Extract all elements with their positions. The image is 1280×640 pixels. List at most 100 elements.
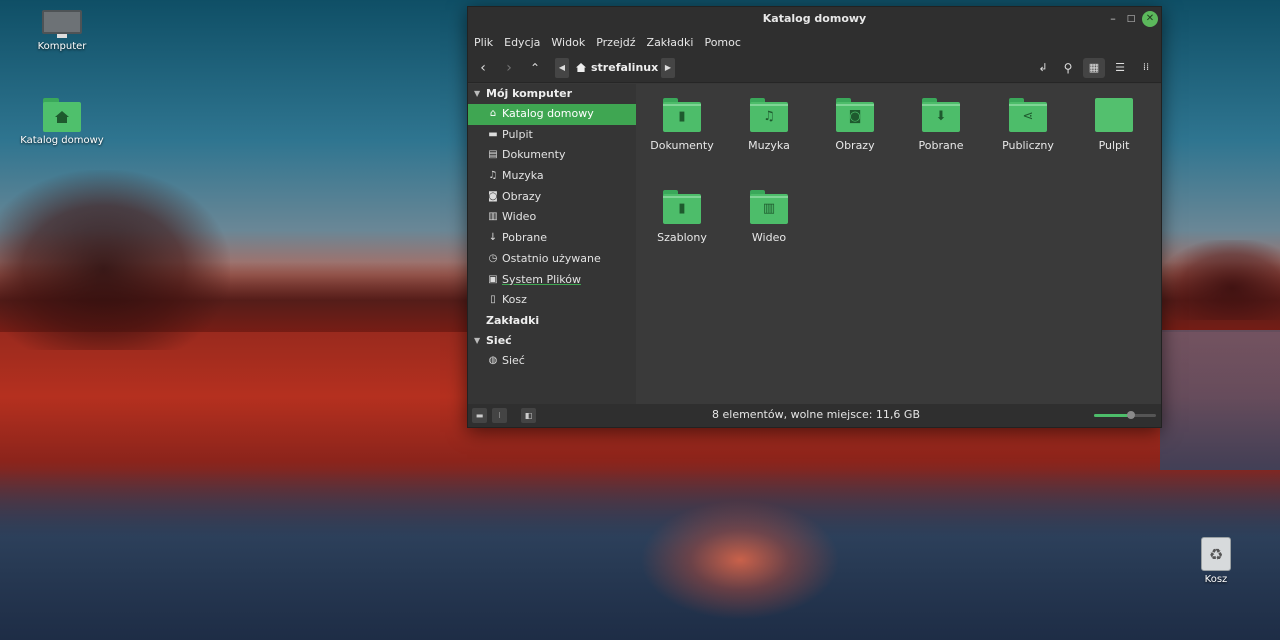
sidebar-item-network[interactable]: ◍ Sieć: [468, 351, 636, 372]
computer-icon: [42, 10, 82, 38]
folder-downloads[interactable]: ⬇ Pobrane: [901, 98, 981, 152]
trash-icon: ▯: [490, 294, 496, 306]
breadcrumb[interactable]: strefalinux: [572, 58, 658, 78]
toolbar: ‹ › ⌃ ◀ strefalinux ▶ ↲ ⚲ ▦ ☰ ⁞⁞: [468, 53, 1161, 83]
globe-icon: ◍: [488, 354, 498, 366]
wallpaper-trees-right: [1160, 240, 1280, 320]
file-name: Pobrane: [918, 139, 964, 152]
file-name: Publiczny: [1002, 139, 1054, 152]
breadcrumb-label: strefalinux: [591, 61, 659, 74]
document-icon: ▤: [488, 149, 498, 161]
drive-icon: ▣: [488, 273, 498, 285]
wallpaper-water-right: [1160, 330, 1280, 470]
sidebar-item-music[interactable]: ♫ Muzyka: [468, 166, 636, 187]
search-button[interactable]: ⚲: [1057, 58, 1079, 78]
menu-go[interactable]: Przejdź: [596, 36, 635, 49]
folder-videos[interactable]: ▥ Wideo: [729, 190, 809, 244]
home-folder-icon: [43, 98, 81, 132]
toggle-sidebar-button[interactable]: ◧: [521, 408, 536, 423]
status-text: 8 elementów, wolne miejsce: 11,6 GB: [712, 408, 920, 421]
zoom-slider[interactable]: [1094, 411, 1156, 419]
forward-button[interactable]: ›: [498, 58, 520, 78]
desktop-icon-label: Katalog domowy: [20, 135, 104, 146]
folder-music[interactable]: ♫ Muzyka: [729, 98, 809, 152]
sidebar-item-recent[interactable]: ◷ Ostatnio używane: [468, 249, 636, 270]
sidebar-item-videos[interactable]: ▥ Wideo: [468, 207, 636, 228]
title-bar[interactable]: Katalog domowy – □ ✕: [468, 7, 1161, 31]
status-bar: ▬ ⁝ ◧ 8 elementów, wolne miejsce: 11,6 G…: [468, 404, 1161, 427]
folder-documents[interactable]: ▮ Dokumenty: [642, 98, 722, 152]
template-folder-icon: ▮: [663, 190, 701, 224]
zoom-slider-knob[interactable]: [1127, 411, 1136, 419]
desktop-icon-label: Kosz: [1204, 574, 1228, 585]
file-name: Wideo: [751, 231, 787, 244]
folder-public[interactable]: ⋖ Publiczny: [988, 98, 1068, 152]
file-name: Dokumenty: [650, 139, 714, 152]
desktop-icon-trash[interactable]: ♻ Kosz: [1171, 537, 1261, 585]
sidebar-item-pictures[interactable]: ◙ Obrazy: [468, 187, 636, 208]
breadcrumb-right-arrow[interactable]: ▶: [661, 58, 675, 78]
sidebar-section-network[interactable]: ▼ Sieć: [468, 331, 636, 351]
menu-view[interactable]: Widok: [551, 36, 585, 49]
file-view[interactable]: ▮ Dokumenty ♫ Muzyka ◙ Obrazy ⬇ Pobrane …: [636, 84, 1161, 404]
folder-pictures[interactable]: ◙ Obrazy: [815, 98, 895, 152]
file-name: Pulpit: [1098, 139, 1130, 152]
back-button[interactable]: ‹: [472, 58, 494, 78]
sidebar-item-trash[interactable]: ▯ Kosz: [468, 290, 636, 311]
document-folder-icon: ▮: [663, 98, 701, 132]
sidebar-section-bookmarks[interactable]: Zakładki: [468, 311, 636, 331]
file-manager-window: Katalog domowy – □ ✕ Plik Edycja Widok P…: [467, 6, 1162, 428]
music-folder-icon: ♫: [750, 98, 788, 132]
compact-view-button[interactable]: ⁞⁞: [1135, 58, 1157, 78]
download-icon: ↓: [488, 232, 498, 244]
minimize-button[interactable]: –: [1105, 11, 1121, 27]
show-places-button[interactable]: ▬: [472, 408, 487, 423]
menu-bookmarks[interactable]: Zakładki: [647, 36, 694, 49]
sidebar-item-downloads[interactable]: ↓ Pobrane: [468, 228, 636, 249]
menu-file[interactable]: Plik: [474, 36, 493, 49]
expand-triangle-icon[interactable]: ▼: [474, 331, 480, 351]
desktop-icon-home[interactable]: Katalog domowy: [17, 98, 107, 146]
menu-edit[interactable]: Edycja: [504, 36, 540, 49]
desktop-icon-label: Komputer: [37, 41, 87, 52]
list-view-button[interactable]: ☰: [1109, 58, 1131, 78]
sidebar-item-desktop[interactable]: ▬ Pulpit: [468, 125, 636, 146]
film-folder-icon: ▥: [750, 190, 788, 224]
home-icon: ⌂: [489, 108, 497, 119]
music-icon: ♫: [488, 170, 498, 182]
close-button[interactable]: ✕: [1142, 11, 1158, 27]
share-folder-icon: ⋖: [1009, 98, 1047, 132]
camera-icon: ◙: [488, 190, 498, 202]
download-folder-icon: ⬇: [922, 98, 960, 132]
menu-help[interactable]: Pomoc: [704, 36, 740, 49]
show-tree-button[interactable]: ⁝: [492, 408, 507, 423]
wallpaper-sun-reflection: [640, 500, 840, 620]
wallpaper-trees: [0, 170, 230, 350]
desktop-folder-icon: [1095, 98, 1133, 132]
file-name: Muzyka: [748, 139, 790, 152]
file-name: Obrazy: [835, 139, 875, 152]
film-icon: ▥: [488, 211, 498, 223]
desktop-icon-computer[interactable]: Komputer: [17, 10, 107, 52]
folder-templates[interactable]: ▮ Szablony: [642, 190, 722, 244]
zoom-slider-fill: [1094, 414, 1132, 417]
maximize-button[interactable]: □: [1123, 11, 1139, 27]
expand-triangle-icon[interactable]: ▼: [474, 84, 480, 104]
window-title: Katalog domowy: [762, 12, 867, 25]
sidebar-item-home[interactable]: ⌂ Katalog domowy: [468, 104, 636, 125]
sidebar-item-documents[interactable]: ▤ Dokumenty: [468, 145, 636, 166]
menu-bar: Plik Edycja Widok Przejdź Zakładki Pomoc: [468, 31, 1161, 53]
breadcrumb-left-arrow[interactable]: ◀: [555, 58, 569, 78]
file-name: Szablony: [657, 231, 707, 244]
sidebar: ▼ Mój komputer ⌂ Katalog domowy ▬ Pulpit ▤…: [468, 84, 636, 404]
folder-desktop[interactable]: Pulpit: [1074, 98, 1154, 152]
icon-view-button[interactable]: ▦: [1083, 58, 1105, 78]
trash-icon: ♻: [1201, 537, 1231, 571]
up-button[interactable]: ⌃: [524, 58, 546, 78]
clock-icon: ◷: [488, 252, 498, 264]
sidebar-section-my-computer[interactable]: ▼ Mój komputer: [468, 84, 636, 104]
sidebar-item-filesystem[interactable]: ▣ System Plików: [468, 270, 636, 291]
location-toggle-button[interactable]: ↲: [1032, 58, 1054, 78]
camera-folder-icon: ◙: [836, 98, 874, 132]
desktop-icon: ▬: [488, 128, 498, 140]
